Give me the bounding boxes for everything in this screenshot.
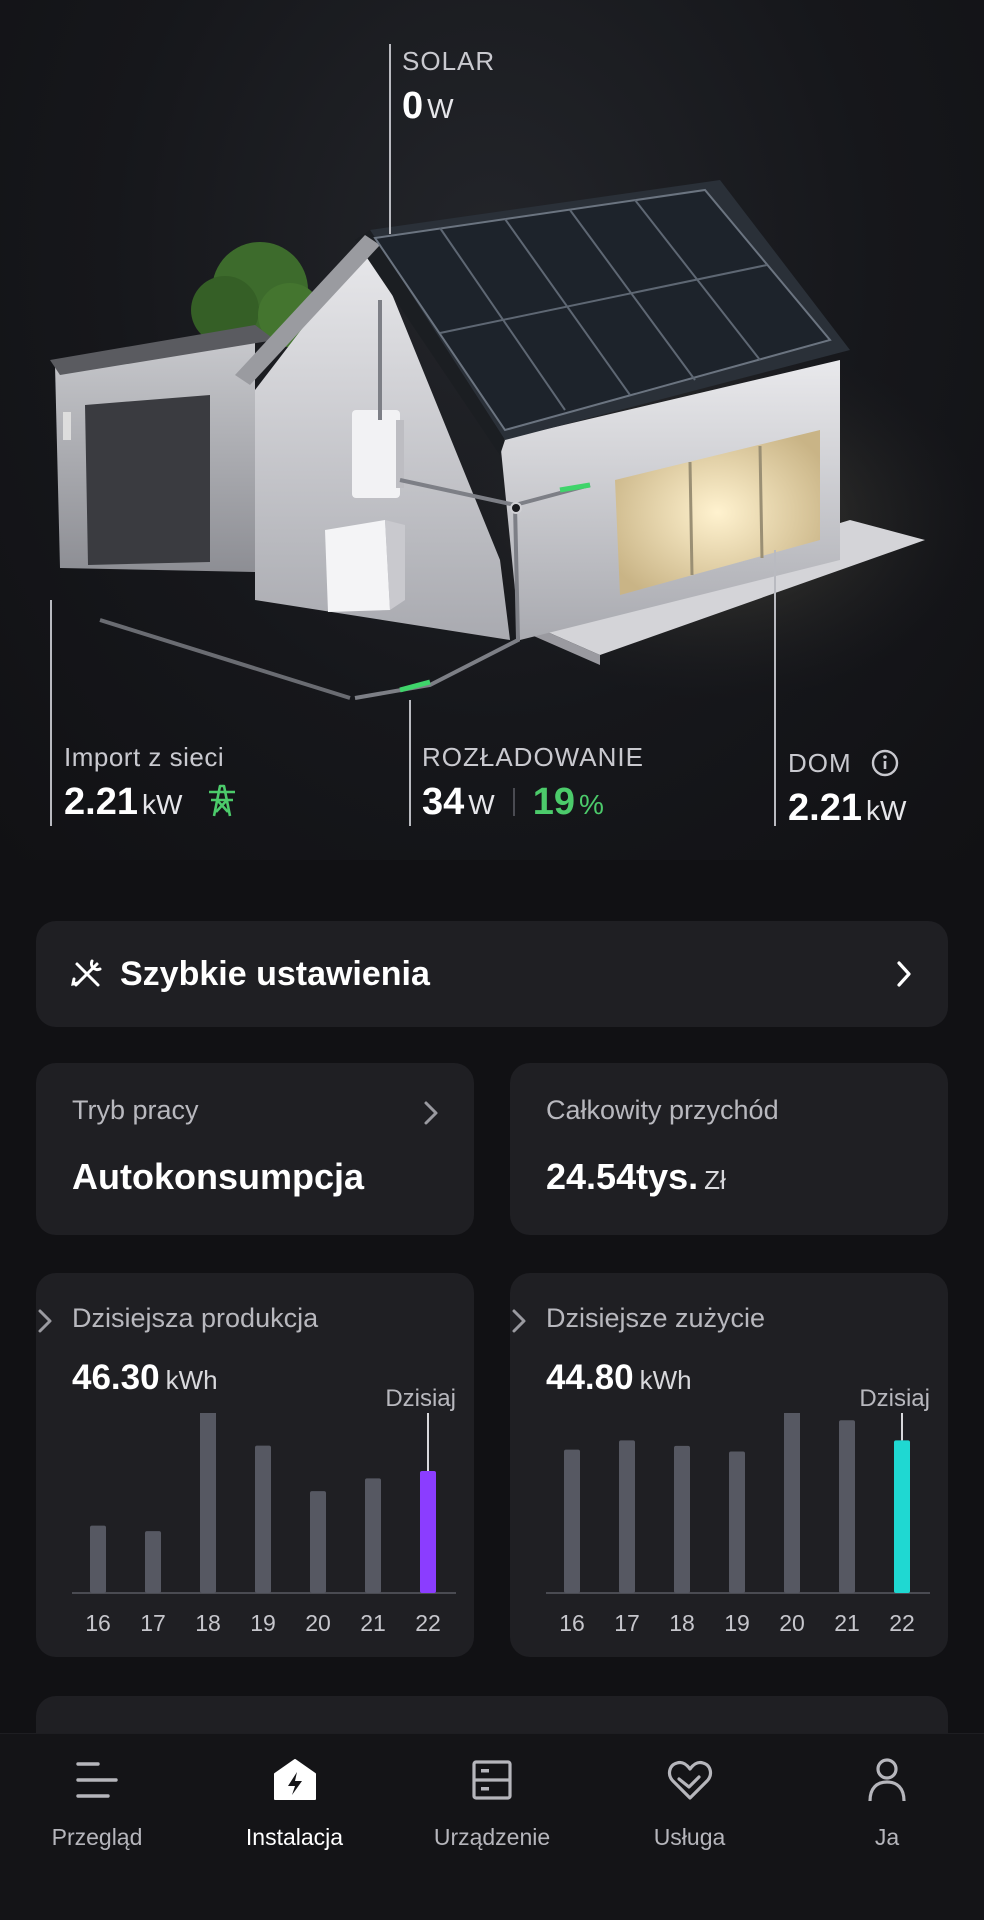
consumption-tick-label: 16 (559, 1610, 585, 1636)
grid-label: Import z sieci (64, 742, 225, 772)
bottom-navigation: Przegląd Instalacja Urządzenie Usługa Ja (0, 1733, 984, 1920)
battery-value: 34 W 19% (422, 781, 604, 823)
grid-leader-line (50, 600, 52, 826)
total-revenue-card: Całkowity przychód 24.54tys. Zł (510, 1063, 948, 1235)
nav-item-profile[interactable]: Ja (812, 1734, 962, 1920)
production-bar-16 (90, 1525, 106, 1593)
work-mode-label: Tryb pracy (72, 1095, 199, 1125)
production-bar-22 (420, 1471, 436, 1593)
nav-item-overview[interactable]: Przegląd (22, 1734, 172, 1920)
production-bar-17 (145, 1531, 161, 1593)
overview-icon (69, 1752, 125, 1808)
chevron-right-icon (38, 1309, 52, 1333)
production-tick-label: 16 (85, 1610, 111, 1636)
tools-icon (71, 959, 102, 987)
nav-item-device[interactable]: Urządzenie (417, 1734, 567, 1920)
grid-value: 2.21 kW (64, 781, 239, 824)
production-bar-20 (310, 1491, 326, 1593)
consumption-bar-17 (619, 1440, 635, 1593)
consumption-bar-19 (729, 1451, 745, 1593)
battery-leader-line (409, 700, 411, 826)
production-bar-18 (200, 1413, 216, 1593)
consumption-tick-label: 22 (889, 1610, 915, 1636)
consumption-value: 44.80 kWh (546, 1358, 692, 1397)
nav-item-installation[interactable]: Instalacja (220, 1734, 370, 1920)
work-mode-card[interactable]: Tryb pracy Autokonsumpcja (36, 1063, 474, 1235)
consumption-bar-16 (564, 1449, 580, 1593)
energy-flow-hero: SOLAR 0W Import z sieci 2.21 kW ROZŁADOWA… (0, 0, 984, 860)
production-card[interactable]: Dzisiejsza produkcja 46.30 kWh Dzisiaj 16… (36, 1273, 474, 1657)
production-tick-label: 21 (360, 1610, 386, 1636)
production-value: 46.30 kWh (72, 1358, 218, 1397)
home-value: 2.21 kW (788, 787, 907, 829)
consumption-tick-label: 17 (614, 1610, 640, 1636)
quick-settings-card[interactable]: Szybkie ustawienia (36, 921, 948, 1027)
home-leader-line (774, 550, 776, 826)
consumption-tick-label: 20 (779, 1610, 805, 1636)
total-revenue-value: 24.54tys. Zł (546, 1156, 726, 1197)
nav-label: Ja (874, 1824, 900, 1850)
consumption-bar-18 (674, 1445, 690, 1593)
production-bar-19 (255, 1445, 271, 1593)
chevron-right-icon (424, 1101, 438, 1125)
production-today-label: Dzisiaj (385, 1385, 456, 1412)
nav-label: Urządzenie (433, 1824, 551, 1850)
work-mode-value: Autokonsumpcja (72, 1156, 365, 1197)
consumption-card[interactable]: Dzisiejsze zużycie 44.80 kWh Dzisiaj 16 17… (510, 1273, 948, 1657)
battery-soc: 19 (532, 781, 575, 823)
production-tick-label: 20 (305, 1610, 331, 1636)
nav-label: Usługa (653, 1824, 726, 1850)
nav-label: Przegląd (51, 1824, 143, 1850)
production-tick-label: 18 (195, 1610, 221, 1636)
home-label: DOM (788, 748, 906, 779)
production-bar-chart: 16 17 18 19 20 21 22 (72, 1413, 456, 1636)
consumption-bar-20 (784, 1413, 800, 1593)
battery-separator (512, 788, 515, 816)
nav-item-service[interactable]: Usługa (615, 1734, 765, 1920)
production-label: Dzisiejsza produkcja (72, 1303, 319, 1333)
production-tick-label: 22 (415, 1610, 441, 1636)
quick-settings-title: Szybkie ustawienia (120, 954, 430, 993)
solar-label: SOLAR (402, 46, 496, 76)
consumption-today-label: Dzisiaj (859, 1385, 930, 1412)
production-tick-label: 19 (250, 1610, 276, 1636)
consumption-bar-22 (894, 1440, 910, 1593)
consumption-tick-label: 18 (669, 1610, 695, 1636)
total-revenue-label: Całkowity przychód (546, 1095, 779, 1125)
chevron-right-icon (512, 1309, 526, 1333)
info-icon[interactable] (870, 748, 900, 778)
consumption-tick-label: 21 (834, 1610, 860, 1636)
battery-label: ROZŁADOWANIE (422, 742, 644, 772)
solar-readout: SOLAR 0W (402, 46, 495, 128)
installation-icon (267, 1752, 323, 1808)
nav-label: Instalacja (245, 1824, 344, 1850)
battery-readout[interactable]: ROZŁADOWANIE 34 W 19% (422, 742, 644, 824)
home-readout[interactable]: DOM 2.21 kW (788, 748, 906, 830)
grid-readout[interactable]: Import z sieci 2.21 kW (64, 742, 239, 824)
consumption-label: Dzisiejsze zużycie (546, 1303, 766, 1333)
chevron-right-icon (897, 961, 911, 987)
consumption-bar-21 (839, 1420, 855, 1593)
grid-tower-icon (208, 784, 235, 817)
consumption-tick-label: 19 (724, 1610, 750, 1636)
house-illustration (50, 180, 980, 700)
service-icon (662, 1752, 718, 1808)
solar-leader-line (389, 44, 391, 234)
device-icon (464, 1752, 520, 1808)
profile-icon (859, 1752, 915, 1808)
production-tick-label: 17 (140, 1610, 166, 1636)
solar-value: 0W (402, 85, 454, 127)
production-bar-21 (365, 1478, 381, 1593)
consumption-bar-chart: 16 17 18 19 20 21 22 (546, 1413, 930, 1636)
